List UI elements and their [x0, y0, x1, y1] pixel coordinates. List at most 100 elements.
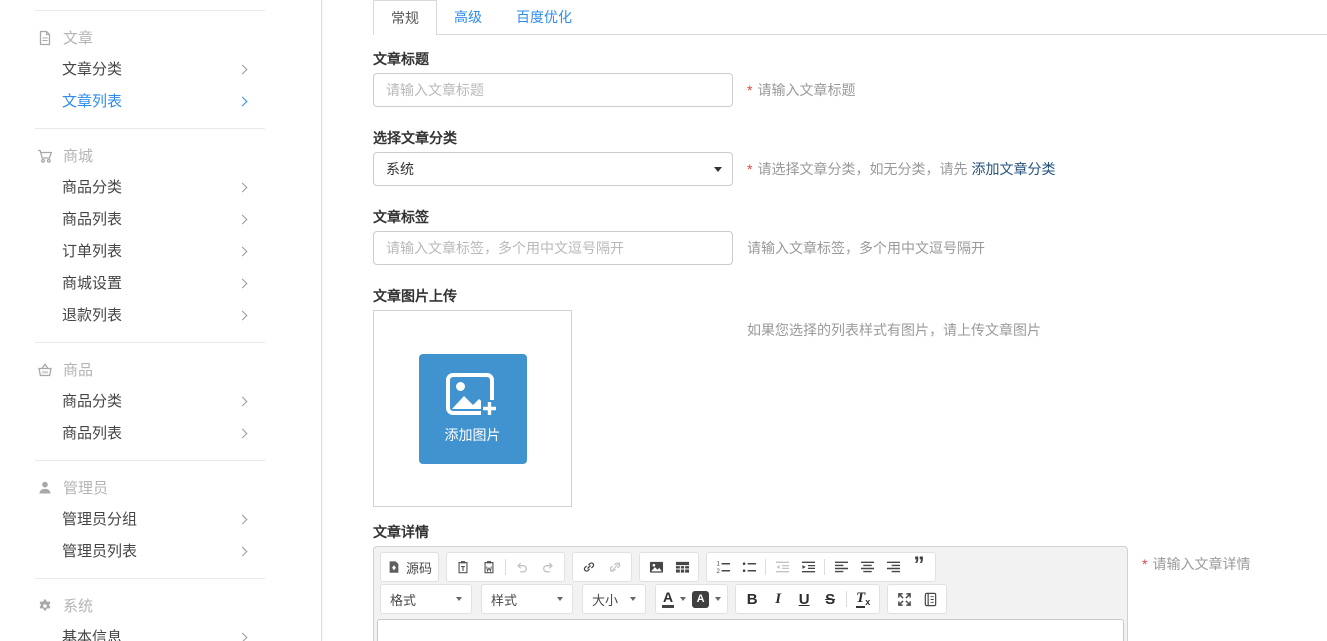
sidebar-item-article-list[interactable]: 文章列表	[0, 86, 321, 118]
toolbar-separator	[824, 559, 825, 575]
field-label: 文章详情	[373, 522, 1327, 542]
unlink-icon	[608, 560, 622, 574]
paste-from-word-button[interactable]	[476, 554, 502, 580]
sidebar-item-product-list[interactable]: 商品列表	[0, 418, 321, 450]
sidebar-item-admin-list[interactable]: 管理员列表	[0, 536, 321, 568]
paste-text-icon	[456, 560, 470, 574]
italic-button[interactable]: I	[765, 586, 791, 612]
image-icon	[649, 560, 664, 574]
text-color-button[interactable]: A	[659, 586, 689, 612]
sidebar-item-goods-list[interactable]: 商品列表	[0, 204, 321, 236]
divider	[35, 10, 265, 11]
show-blocks-button[interactable]	[917, 586, 943, 612]
section-label: 商城	[63, 145, 93, 166]
quote-icon: ”	[914, 560, 925, 574]
field-label: 文章标题	[373, 49, 1327, 69]
tab-bar: 常规 高级 百度优化	[373, 0, 1327, 35]
toolbar-separator	[765, 559, 766, 575]
article-edit-page: 文章 文章分类 文章列表 商城 商品分类 商品列表 订单列表	[0, 0, 1327, 641]
indent-button[interactable]	[795, 554, 821, 580]
sidebar-item-order-list[interactable]: 订单列表	[0, 236, 321, 268]
chevron-right-icon	[238, 183, 248, 193]
insert-table-button[interactable]	[669, 554, 695, 580]
gear-icon	[37, 598, 53, 614]
required-mark: *	[747, 161, 752, 177]
bold-button[interactable]: B	[739, 586, 765, 612]
field-label: 文章标签	[373, 207, 1327, 227]
source-code-button[interactable]: 源码	[384, 554, 435, 580]
ordered-list-icon: 12	[716, 560, 731, 574]
undo-button[interactable]	[509, 554, 535, 580]
link-button[interactable]	[576, 554, 602, 580]
chevron-right-icon	[238, 279, 248, 289]
align-center-button[interactable]	[854, 554, 880, 580]
background-color-button[interactable]: A	[689, 586, 724, 612]
link-icon	[582, 560, 596, 574]
editor-content[interactable]	[377, 619, 1124, 641]
field-article-image: 文章图片上传 添加图片 如果您选择的列表样式有图片，请上传文章图片	[373, 286, 1327, 507]
sidebar-section-system: 系统	[0, 589, 321, 622]
sidebar-item-product-categories[interactable]: 商品分类	[0, 386, 321, 418]
image-plus-icon	[446, 373, 500, 419]
toolbar-separator	[505, 559, 506, 575]
sidebar-item-article-categories[interactable]: 文章分类	[0, 54, 321, 86]
article-tags-input[interactable]	[373, 231, 733, 265]
chevron-right-icon	[238, 633, 248, 641]
align-left-button[interactable]	[828, 554, 854, 580]
outdent-button[interactable]	[769, 554, 795, 580]
article-title-input[interactable]	[373, 73, 733, 107]
blockquote-button[interactable]: ”	[906, 554, 932, 580]
divider	[35, 578, 265, 579]
chevron-right-icon	[238, 65, 248, 75]
align-right-button[interactable]	[880, 554, 906, 580]
editor-toolbar: 源码	[374, 547, 1127, 619]
svg-text:1: 1	[716, 562, 720, 568]
sidebar-item-admin-groups[interactable]: 管理员分组	[0, 504, 321, 536]
align-center-icon	[860, 560, 875, 574]
category-select[interactable]: 系统	[373, 152, 733, 186]
tab-advanced[interactable]: 高级	[437, 0, 499, 34]
field-hint: 请输入文章标签，多个用中文逗号隔开	[747, 238, 985, 258]
field-article-title: 文章标题 *请输入文章标题	[373, 49, 1327, 107]
chevron-right-icon	[238, 215, 248, 225]
insert-image-button[interactable]	[643, 554, 669, 580]
paste-as-text-button[interactable]	[450, 554, 476, 580]
font-size-combo[interactable]: 大小	[582, 584, 646, 614]
table-icon	[675, 560, 690, 574]
tab-general[interactable]: 常规	[373, 0, 437, 35]
rich-text-editor: 源码	[373, 546, 1128, 641]
sidebar-item-basic-info[interactable]: 基本信息	[0, 622, 321, 641]
bulleted-list-button[interactable]	[736, 554, 762, 580]
maximize-button[interactable]	[891, 586, 917, 612]
section-label: 系统	[63, 595, 93, 616]
section-label: 文章	[63, 27, 93, 48]
add-category-link[interactable]: 添加文章分类	[971, 161, 1055, 177]
sidebar-item-refund-list[interactable]: 退款列表	[0, 300, 321, 332]
align-right-icon	[886, 560, 901, 574]
ordered-list-button[interactable]: 12	[710, 554, 736, 580]
sidebar-section-mall: 商城	[0, 139, 321, 172]
chevron-down-icon	[714, 167, 722, 172]
source-icon	[387, 560, 401, 574]
sidebar-item-goods-categories[interactable]: 商品分类	[0, 172, 321, 204]
divider	[35, 128, 265, 129]
align-left-icon	[834, 560, 849, 574]
format-combo[interactable]: 格式	[380, 584, 472, 614]
sidebar-item-mall-settings[interactable]: 商城设置	[0, 268, 321, 300]
sidebar-section-product: 商品	[0, 353, 321, 386]
add-image-button[interactable]: 添加图片	[419, 354, 527, 464]
unlink-button[interactable]	[602, 554, 628, 580]
chevron-down-icon	[715, 597, 721, 601]
chevron-right-icon	[238, 515, 248, 525]
styles-combo[interactable]: 样式	[481, 584, 573, 614]
remove-format-button[interactable]: T x	[850, 586, 876, 612]
redo-icon	[541, 560, 555, 574]
chevron-right-icon	[238, 397, 248, 407]
category-select-value: 系统	[386, 161, 414, 177]
image-upload-box: 添加图片	[373, 310, 572, 507]
outdent-icon	[775, 560, 790, 574]
strikethrough-button[interactable]: S	[817, 586, 843, 612]
redo-button[interactable]	[535, 554, 561, 580]
tab-baidu-seo[interactable]: 百度优化	[499, 0, 589, 34]
underline-button[interactable]: U	[791, 586, 817, 612]
